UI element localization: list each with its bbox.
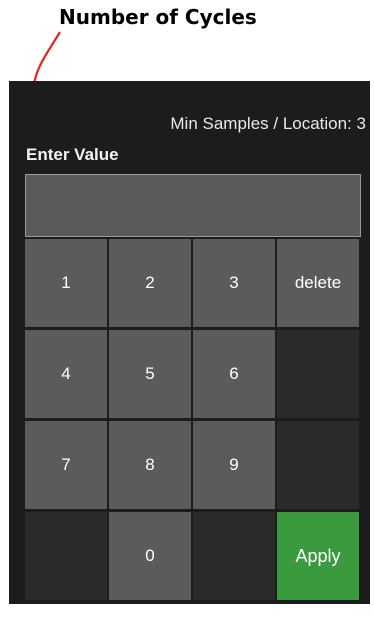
key-7[interactable]: 7 (25, 421, 107, 509)
value-input[interactable] (25, 174, 361, 237)
min-samples-label: Min Samples / Location: 3 (170, 114, 366, 133)
page: Number of Cycles Min Samples / Location:… (0, 0, 374, 619)
key-0[interactable]: 0 (109, 512, 191, 600)
key-8[interactable]: 8 (109, 421, 191, 509)
key-4[interactable]: 4 (25, 330, 107, 418)
keypad-blank-cell (277, 330, 359, 418)
annotation-title: Number of Cycles (59, 5, 257, 29)
key-5[interactable]: 5 (109, 330, 191, 418)
apply-button[interactable]: Apply (277, 512, 359, 600)
key-9[interactable]: 9 (193, 421, 275, 509)
key-2[interactable]: 2 (109, 239, 191, 327)
key-3[interactable]: 3 (193, 239, 275, 327)
number-entry-dialog: Min Samples / Location: 3 Enter Value 1 … (9, 81, 370, 604)
keypad-blank-cell (277, 421, 359, 509)
keypad-blank-cell (25, 512, 107, 600)
numeric-keypad: 1 2 3 delete 4 5 6 7 8 9 0 Apply (25, 239, 361, 601)
keypad-blank-cell (193, 512, 275, 600)
key-6[interactable]: 6 (193, 330, 275, 418)
key-1[interactable]: 1 (25, 239, 107, 327)
enter-value-label: Enter Value (26, 145, 119, 164)
delete-button[interactable]: delete (277, 239, 359, 327)
